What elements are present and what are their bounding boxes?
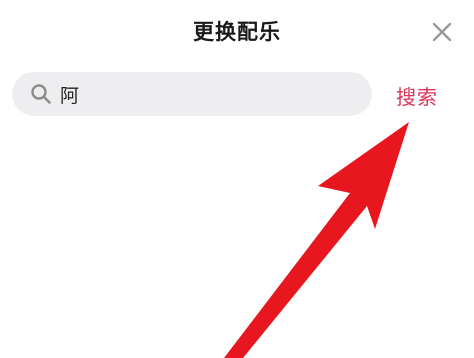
close-button[interactable] — [428, 18, 456, 46]
music-picker-screen: 更换配乐 搜索 — [0, 0, 474, 358]
search-box[interactable] — [12, 72, 372, 116]
page-title: 更换配乐 — [193, 20, 281, 44]
header: 更换配乐 — [0, 0, 474, 64]
close-icon — [432, 22, 452, 42]
arrow-shape — [224, 122, 409, 358]
search-row: 搜索 — [0, 72, 474, 118]
search-icon — [31, 84, 51, 104]
search-button[interactable]: 搜索 — [396, 81, 438, 110]
search-input[interactable] — [60, 78, 350, 110]
